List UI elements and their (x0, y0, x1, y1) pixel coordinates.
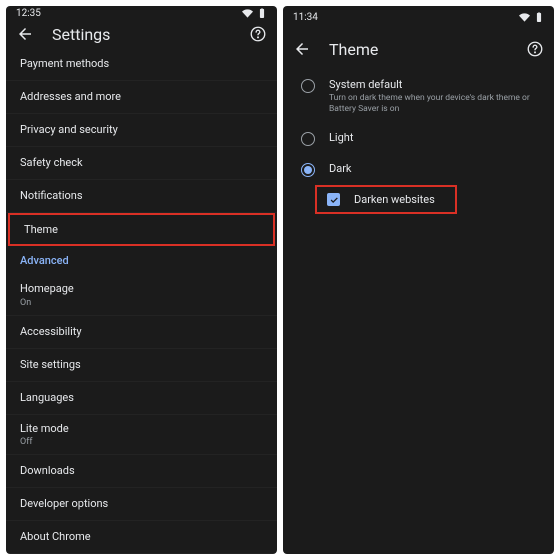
settings-item-theme[interactable]: Theme (8, 213, 275, 246)
app-bar: Settings (6, 21, 277, 49)
settings-list: Payment methods Addresses and more Priva… (6, 48, 277, 554)
radio-icon (301, 163, 315, 177)
back-arrow-icon[interactable] (293, 40, 311, 58)
check-icon (329, 195, 339, 205)
status-icons (519, 11, 544, 23)
radio-icon (301, 132, 315, 146)
battery-icon (534, 11, 544, 23)
status-bar: 12:35 (6, 6, 277, 21)
wifi-icon (242, 8, 253, 19)
radio-icon (301, 79, 315, 93)
help-icon[interactable] (249, 25, 267, 43)
theme-option-light[interactable]: Light (283, 123, 554, 154)
checkbox-icon (327, 193, 340, 206)
theme-option-system-default[interactable]: System default Turn on dark theme when y… (283, 70, 554, 123)
settings-item[interactable]: Developer options (6, 488, 277, 521)
status-time: 11:34 (293, 12, 318, 23)
wifi-icon (519, 12, 530, 23)
theme-screen: 11:34 Theme System default Turn on dark … (283, 6, 554, 554)
settings-item[interactable]: About Chrome (6, 521, 277, 554)
settings-item[interactable]: Safety check (6, 147, 277, 180)
settings-item[interactable]: Notifications (6, 180, 277, 213)
settings-screen: 12:35 Settings Payment methods Addresses… (6, 6, 277, 554)
status-bar: 11:34 (283, 6, 554, 28)
section-header-advanced[interactable]: Advanced (6, 246, 277, 275)
settings-item[interactable]: Languages (6, 382, 277, 415)
settings-item[interactable]: Addresses and more (6, 81, 277, 114)
status-icons (242, 7, 267, 19)
darken-websites-option[interactable]: Darken websites (315, 185, 457, 214)
battery-icon (257, 7, 267, 19)
settings-item[interactable]: Accessibility (6, 316, 277, 349)
settings-item[interactable]: HomepageOn (6, 275, 277, 315)
theme-options: System default Turn on dark theme when y… (283, 70, 554, 214)
page-title: Theme (329, 40, 378, 59)
settings-item[interactable]: Privacy and security (6, 114, 277, 147)
back-arrow-icon[interactable] (16, 25, 34, 43)
app-bar: Theme (283, 28, 554, 70)
settings-item[interactable]: Site settings (6, 349, 277, 382)
settings-item[interactable]: Lite modeOff (6, 415, 277, 455)
theme-option-dark[interactable]: Dark (283, 154, 554, 185)
settings-item[interactable]: Payment methods (6, 48, 277, 81)
status-time: 12:35 (16, 8, 41, 19)
settings-item[interactable]: Downloads (6, 455, 277, 488)
help-icon[interactable] (526, 40, 544, 58)
page-title: Settings (52, 25, 110, 44)
